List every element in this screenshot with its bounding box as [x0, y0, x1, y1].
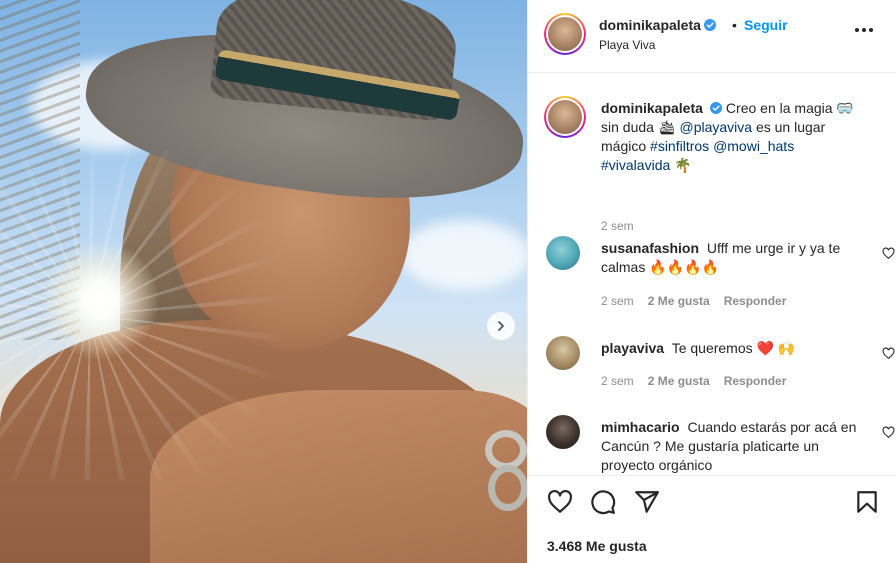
comment-username[interactable]: mimhacario [601, 419, 680, 435]
comment-time[interactable]: 2 sem [601, 294, 634, 308]
post-photo[interactable] [0, 0, 527, 563]
comment-likes[interactable]: 2 Me gusta [648, 294, 710, 308]
bookmark-icon[interactable] [854, 489, 880, 515]
caption-time[interactable]: 2 sem [601, 219, 634, 233]
avatar[interactable] [546, 236, 580, 270]
comments-list[interactable]: dominikapaleta Creo en la magia 🥽 sin dud… [528, 73, 896, 475]
comment-username[interactable]: susanafashion [601, 240, 699, 256]
caption-meta: 2 sem [601, 219, 634, 233]
verified-badge-icon [703, 19, 716, 31]
verified-badge-icon [709, 102, 722, 114]
next-photo-button[interactable] [487, 312, 515, 340]
comment-heart-icon[interactable] [882, 426, 895, 439]
hashtag-link[interactable]: #sinfiltros [650, 138, 709, 154]
comment-username[interactable]: playaviva [601, 340, 664, 356]
avatar[interactable] [544, 96, 586, 138]
photo-ring [485, 430, 527, 470]
header-username-wrap: dominikapaleta [599, 17, 716, 33]
separator-dot: • [732, 17, 737, 33]
comment-text: susanafashion Ufff me urge ir y ya te ca… [601, 239, 867, 277]
caption-emoji: 🌴 [674, 157, 692, 173]
comment-time[interactable]: 2 sem [601, 374, 634, 388]
chevron-right-icon [498, 321, 504, 331]
photo-sun [40, 240, 160, 360]
comment-meta: 2 sem 2 Me gusta Responder [601, 374, 786, 388]
avatar[interactable] [546, 415, 580, 449]
caption-text: dominikapaleta Creo en la magia 🥽 sin dud… [601, 99, 867, 175]
comment-heart-icon[interactable] [882, 247, 895, 260]
caption-username[interactable]: dominikapaleta [601, 100, 703, 116]
post-header: dominikapaleta • Seguir Playa Viva [528, 0, 896, 73]
mention-link[interactable]: @playaviva [679, 119, 752, 135]
photo-cloud [400, 220, 527, 290]
post-actions: 3.468 Me gusta [528, 475, 896, 563]
avatar[interactable] [546, 336, 580, 370]
reply-button[interactable]: Responder [724, 294, 787, 308]
reply-button[interactable]: Responder [724, 374, 787, 388]
avatar[interactable] [544, 13, 586, 55]
likes-count[interactable]: 3.468 Me gusta [547, 538, 647, 554]
comment-heart-icon[interactable] [882, 347, 895, 360]
photo-ring [488, 465, 527, 511]
heart-icon[interactable] [547, 489, 573, 515]
share-icon[interactable] [634, 489, 660, 515]
mention-link[interactable]: @mowi_hats [713, 138, 794, 154]
follow-button[interactable]: Seguir [744, 17, 788, 33]
comment-icon[interactable] [590, 489, 616, 515]
comment-likes[interactable]: 2 Me gusta [648, 374, 710, 388]
location-link[interactable]: Playa Viva [599, 38, 655, 52]
hashtag-link[interactable]: #vivalavida [601, 157, 670, 173]
header-username[interactable]: dominikapaleta [599, 17, 701, 33]
comment-meta: 2 sem 2 Me gusta Responder [601, 294, 786, 308]
comment-body: Te queremos ❤️ 🙌 [671, 340, 796, 356]
more-options-icon[interactable] [855, 28, 875, 36]
comment-text: playaviva Te queremos ❤️ 🙌 [601, 339, 867, 358]
comment-text: mimhacario Cuando estarás por acá en Can… [601, 418, 867, 475]
post-panel: dominikapaleta • Seguir Playa Viva domin… [527, 0, 896, 563]
